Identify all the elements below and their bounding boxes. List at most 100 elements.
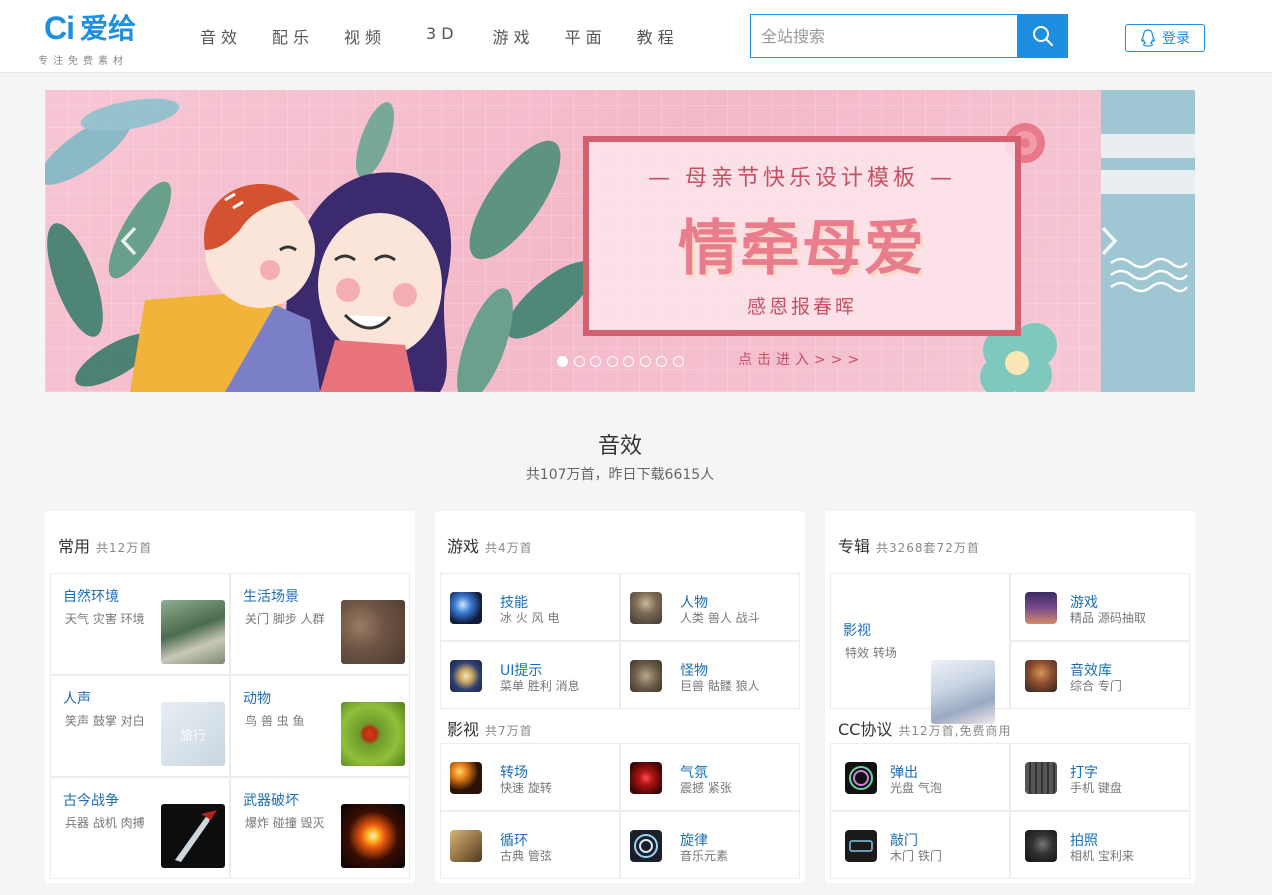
ui-icon — [450, 660, 482, 692]
card-subheader: CC协议 共12万首,免费商用 — [838, 716, 1011, 740]
category-tags: 光盘 气泡 — [890, 781, 942, 795]
category-melody[interactable]: 旋律 音乐元素 — [620, 811, 800, 879]
banner-enter-link[interactable]: 点击进入>>> — [738, 349, 864, 369]
nav-item-graphic[interactable]: 平面 — [565, 24, 607, 48]
banner-frame: — 母亲节快乐设计模板 — 情牵母爱 感恩报春晖 — [583, 136, 1021, 336]
search-icon — [1032, 26, 1053, 47]
category-name: 古今战争 — [63, 793, 119, 809]
banner-top-line: — 母亲节快乐设计模板 — — [648, 166, 956, 191]
film-album-thumbnail — [931, 660, 995, 724]
camera-icon — [1025, 830, 1057, 862]
atmosphere-icon — [630, 762, 662, 794]
category-name: 影视 — [843, 623, 871, 639]
cc-photo[interactable]: 拍照 相机 宝利来 — [1010, 811, 1190, 879]
nav-item-sound[interactable]: 音效 — [200, 24, 242, 48]
category-name: 武器破坏 — [243, 793, 299, 809]
category-loop[interactable]: 循环 古典 管弦 — [440, 811, 620, 879]
main-nav: 音效 配乐 视频 3D 游戏 平面 教程 — [200, 24, 709, 48]
cc-typing[interactable]: 打字 手机 键盘 — [1010, 743, 1190, 811]
hero-banner[interactable]: — 母亲节快乐设计模板 — 情牵母爱 感恩报春晖 点击进入>>> — [45, 90, 1195, 392]
slide-indicators — [557, 356, 689, 367]
slide-dot[interactable] — [623, 356, 634, 367]
card-count: 共12万首 — [96, 541, 153, 555]
card-count: 共4万首 — [485, 541, 533, 555]
search-button[interactable] — [1017, 14, 1068, 58]
nav-item-music[interactable]: 配乐 — [272, 24, 314, 48]
logo-mark: Ci — [44, 10, 75, 46]
sword-thumbnail — [161, 804, 225, 868]
footprints-thumbnail — [341, 600, 405, 664]
category-skill[interactable]: 技能 冰 火 风 电 — [440, 573, 620, 641]
nav-item-game[interactable]: 游戏 — [493, 24, 535, 48]
card-title[interactable]: 常用 — [58, 537, 90, 556]
category-tags: 笑声 鼓掌 对白 — [65, 714, 145, 728]
monster-icon — [630, 660, 662, 692]
category-monster[interactable]: 怪物 巨兽 骷髅 狼人 — [620, 641, 800, 709]
card-header: 常用 共12万首 — [58, 533, 152, 557]
banner-main-title: 情牵母爱 — [678, 214, 926, 284]
category-life[interactable]: 生活场景 关门 脚步 人群 — [230, 573, 410, 675]
category-tags: 木门 铁门 — [890, 849, 942, 863]
category-character[interactable]: 人物 人类 兽人 战斗 — [620, 573, 800, 641]
slide-dot[interactable] — [606, 356, 618, 367]
category-animal[interactable]: 动物 鸟 兽 虫 鱼 — [230, 675, 410, 777]
thumbnail-overlay-text: 旅行 — [179, 728, 206, 744]
logo[interactable]: Ci 爱给 专注免费素材 — [38, 10, 158, 67]
card-subheader: 影视 共7万首 — [447, 716, 533, 740]
category-ui[interactable]: UI提示 菜单 胜利 消息 — [440, 641, 620, 709]
section-title: 音效 — [597, 434, 642, 459]
site-header: Ci 爱给 专注免费素材 音效 配乐 视频 3D 游戏 平面 教程 登录 — [0, 0, 1272, 73]
category-war[interactable]: 古今战争 兵器 战机 肉搏 — [50, 777, 230, 879]
album-game[interactable]: 游戏 精品 源码抽取 — [1010, 573, 1190, 641]
slide-dot[interactable] — [672, 356, 684, 367]
voice-thumbnail: 旅行 — [161, 702, 225, 766]
category-tags: 快速 旋转 — [500, 781, 552, 795]
category-name: 人声 — [63, 691, 91, 707]
cc-knock[interactable]: 敲门 木门 铁门 — [830, 811, 1010, 879]
nav-item-video[interactable]: 视频 — [344, 24, 386, 48]
category-name: 生活场景 — [243, 589, 299, 605]
section-subtitle: 共107万首，昨日下载6615人 — [525, 467, 715, 483]
transition-icon — [450, 762, 482, 794]
category-voice[interactable]: 人声 笑声 鼓掌 对白 旅行 — [50, 675, 230, 777]
category-transition[interactable]: 转场 快速 旋转 — [440, 743, 620, 811]
category-atmosphere[interactable]: 气氛 震撼 紧张 — [620, 743, 800, 811]
ladybug-thumbnail — [341, 702, 405, 766]
category-tags: 手机 键盘 — [1070, 781, 1122, 795]
album-film[interactable]: 影视 特效 转场 — [830, 573, 1010, 724]
album-library[interactable]: 音效库 综合 专门 — [1010, 641, 1190, 709]
slide-dot[interactable] — [590, 356, 601, 367]
category-tags: 特效 转场 — [845, 646, 897, 660]
card-count: 共12万首,免费商用 — [898, 724, 1012, 738]
slide-dot[interactable] — [639, 356, 651, 367]
category-tags: 菜单 胜利 消息 — [500, 679, 580, 693]
prev-slide-arrow[interactable] — [117, 224, 141, 258]
category-tags: 天气 灾害 环境 — [65, 612, 145, 626]
card-title[interactable]: 游戏 — [447, 537, 479, 556]
cc-popup[interactable]: 弹出 光盘 气泡 — [830, 743, 1010, 811]
next-slide-arrow[interactable] — [1097, 224, 1121, 258]
card-game-film: 游戏 共4万首 技能 冰 火 风 电 人物 人类 兽人 战斗 UI提示 菜单 胜利… — [435, 511, 805, 883]
slide-dot[interactable] — [573, 356, 585, 367]
category-nature[interactable]: 自然环境 天气 灾害 环境 — [50, 573, 230, 675]
slide-dot[interactable] — [557, 356, 568, 367]
category-tags: 人类 兽人 战斗 — [680, 611, 760, 625]
card-count: 共7万首 — [485, 724, 533, 738]
login-label: 登录 — [1162, 31, 1190, 47]
category-tags: 巨兽 骷髅 狼人 — [680, 679, 760, 693]
forest-thumbnail — [161, 600, 225, 664]
card-title[interactable]: 专辑 — [838, 537, 870, 556]
card-title[interactable]: 影视 — [447, 720, 479, 739]
card-common: 常用 共12万首 自然环境 天气 灾害 环境 生活场景 关门 脚步 人群 人声 笑… — [45, 511, 415, 883]
category-tags: 兵器 战机 肉搏 — [65, 816, 145, 830]
slide-dot[interactable] — [656, 356, 667, 367]
search-input[interactable] — [751, 15, 1017, 57]
login-button[interactable]: 登录 — [1125, 24, 1205, 52]
nav-item-3d[interactable]: 3D — [426, 24, 459, 48]
category-tags: 冰 火 风 电 — [500, 611, 560, 625]
category-tags: 爆炸 碰撞 毁灭 — [245, 816, 325, 830]
category-tags: 音乐元素 — [680, 849, 729, 863]
card-title[interactable]: CC协议 — [838, 720, 892, 739]
nav-item-tutorial[interactable]: 教程 — [637, 24, 679, 48]
category-destruction[interactable]: 武器破坏 爆炸 碰撞 毁灭 — [230, 777, 410, 879]
